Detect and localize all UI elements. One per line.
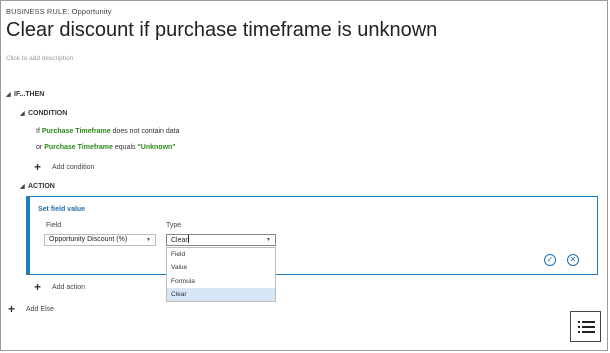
add-action-button[interactable]: + Add action	[34, 280, 85, 294]
plus-icon: +	[34, 160, 42, 174]
collapse-triangle-icon[interactable]: ◢	[20, 110, 28, 117]
page-title[interactable]: Clear discount if purchase timeframe is …	[6, 19, 437, 42]
action-label: ACTION	[28, 183, 55, 190]
close-icon: ✕	[569, 255, 577, 264]
condition-prefix: or	[36, 144, 43, 151]
add-else-button[interactable]: + Add Else	[8, 302, 54, 316]
description-placeholder[interactable]: Click to add description	[6, 55, 73, 62]
condition-field: Purchase Timeframe	[41, 128, 111, 135]
text-cursor	[187, 235, 189, 243]
checkmark-icon: ✓	[546, 255, 554, 264]
type-option-formula[interactable]: Formula	[167, 275, 275, 288]
condition-line[interactable]: If Purchase Timeframe does not contain d…	[36, 128, 180, 135]
chevron-down-icon: ▼	[266, 237, 271, 243]
add-condition-button[interactable]: + Add condition	[34, 160, 94, 174]
collapse-triangle-icon[interactable]: ◢	[6, 91, 14, 98]
chevron-down-icon: ▼	[146, 237, 151, 243]
type-dropdown-value: Clear	[171, 237, 188, 244]
action-header[interactable]: ◢ ACTION	[20, 183, 55, 190]
confirm-button[interactable]: ✓	[544, 254, 556, 266]
collapse-triangle-icon[interactable]: ◢	[20, 183, 28, 190]
add-else-label: Add Else	[26, 306, 55, 313]
condition-label: CONDITION	[28, 110, 68, 117]
add-action-label: Add action	[52, 284, 86, 291]
card-title: Set field value	[38, 206, 86, 213]
if-then-header[interactable]: ◢ IF...THEN	[6, 91, 44, 98]
type-label: Type	[166, 222, 182, 229]
field-label: Field	[46, 222, 62, 229]
type-option-field[interactable]: Field	[167, 248, 275, 261]
add-condition-label: Add condition	[52, 164, 95, 171]
plus-icon: +	[8, 302, 16, 316]
type-options-list[interactable]: Field Value Formula Clear	[166, 247, 276, 302]
condition-header[interactable]: ◢ CONDITION	[20, 110, 67, 117]
field-dropdown[interactable]: Opportunity Discount (%) ▼	[44, 234, 156, 246]
cancel-button[interactable]: ✕	[567, 254, 579, 266]
rule-editor-frame	[0, 0, 608, 351]
condition-operator: does not contain data	[112, 128, 180, 135]
condition-operator: equals	[114, 144, 136, 151]
set-field-value-card[interactable]: Set field value Field Opportunity Discou…	[26, 196, 598, 275]
rule-list-button[interactable]	[570, 311, 601, 342]
condition-value: "Unknown"	[137, 144, 176, 151]
field-dropdown-value: Opportunity Discount (%)	[49, 236, 128, 243]
type-dropdown[interactable]: Clear ▼	[166, 234, 276, 246]
if-then-label: IF...THEN	[14, 91, 45, 98]
type-option-clear[interactable]: Clear	[167, 287, 275, 301]
type-option-value[interactable]: Value	[167, 261, 275, 274]
condition-line[interactable]: or Purchase Timeframe equals "Unknown"	[36, 144, 176, 151]
condition-prefix: If	[36, 128, 40, 135]
condition-field: Purchase Timeframe	[44, 144, 113, 151]
entity-label: BUSINESS RULE: Opportunity	[6, 7, 112, 16]
plus-icon: +	[34, 280, 42, 294]
